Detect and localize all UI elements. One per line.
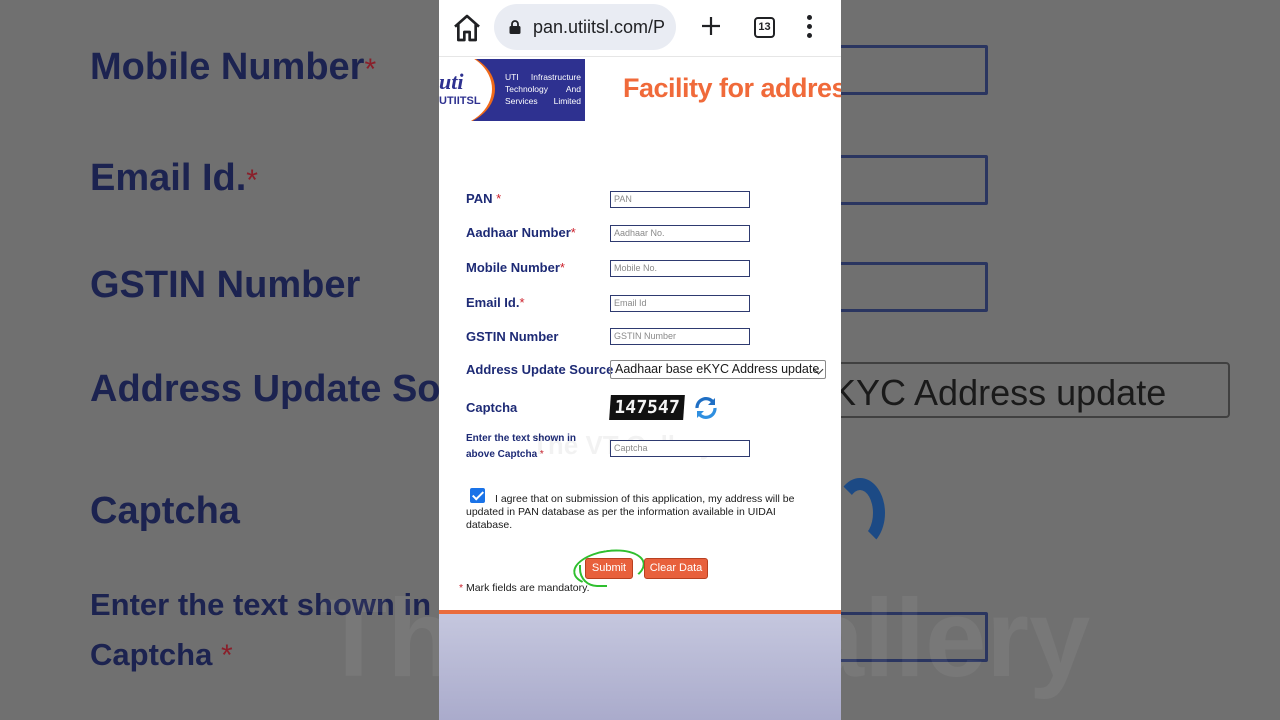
- mandatory-note: * Mark fields are mandatory.: [459, 582, 590, 594]
- bg-gstin-label: GSTIN Number: [90, 264, 361, 306]
- home-icon[interactable]: [451, 12, 483, 44]
- captcha-image: 147547: [609, 395, 685, 420]
- address-bar[interactable]: pan.utiitsl.com/P: [494, 4, 676, 50]
- logo-company-name: UTI Infrastructure Technology And Servic…: [505, 72, 581, 106]
- aadhaar-label: Aadhaar Number*: [466, 225, 576, 240]
- agree-text: I agree that on submission of this appli…: [466, 493, 795, 531]
- mobile-label: Mobile Number*: [466, 260, 565, 275]
- bg-refresh-icon: [835, 478, 885, 548]
- tabs-icon[interactable]: 13: [754, 17, 775, 38]
- phone-screen: pan.utiitsl.com/P 13 uti UTIITSL UTI Inf…: [439, 0, 841, 720]
- pan-label: PAN *: [466, 191, 502, 206]
- bg-source-select: KYC Address update: [820, 362, 1230, 418]
- bg-input-box: [830, 155, 988, 205]
- bg-captcha-input-label-2: Captcha *: [90, 637, 233, 672]
- clear-data-button[interactable]: Clear Data: [644, 558, 708, 579]
- mobile-input[interactable]: Mobile No.: [610, 260, 750, 277]
- address-source-label: Address Update Source: [466, 362, 614, 377]
- logo-uti-text: uti: [439, 69, 464, 94]
- utiitsl-logo[interactable]: uti UTIITSL UTI Infrastructure Technolog…: [439, 59, 585, 121]
- bg-source-label: Address Update So: [90, 368, 441, 410]
- captcha-input[interactable]: Captcha: [610, 440, 750, 457]
- bg-input-box: [830, 262, 988, 312]
- page-title: Facility for address: [623, 73, 841, 103]
- web-page: uti UTIITSL UTI Infrastructure Technolog…: [439, 57, 841, 720]
- bg-email-label: Email Id.*: [90, 157, 258, 199]
- browser-toolbar: pan.utiitsl.com/P 13: [439, 0, 841, 57]
- captcha-label: Captcha: [466, 400, 518, 415]
- submit-button[interactable]: Submit: [585, 558, 633, 579]
- kebab-menu-icon[interactable]: [802, 15, 816, 41]
- email-label: Email Id.*: [466, 295, 525, 310]
- gstin-label: GSTIN Number: [466, 329, 559, 344]
- email-input[interactable]: Email Id: [610, 295, 750, 312]
- footer-area: [439, 614, 841, 720]
- bg-input-box: [830, 45, 988, 95]
- aadhaar-input[interactable]: Aadhaar No.: [610, 225, 750, 242]
- refresh-icon[interactable]: [693, 395, 719, 421]
- lock-icon[interactable]: [507, 19, 523, 35]
- pan-input[interactable]: PAN: [610, 191, 750, 208]
- logo-utiitsl-text: UTIITSL: [439, 95, 481, 107]
- gstin-input[interactable]: GSTIN Number: [610, 328, 750, 345]
- url-text[interactable]: pan.utiitsl.com/P: [533, 17, 673, 38]
- address-source-value: Aadhaar base eKYC Address update: [615, 362, 820, 376]
- address-source-select[interactable]: Aadhaar base eKYC Address update: [610, 360, 826, 379]
- bg-captcha-label: Captcha: [90, 490, 240, 532]
- plus-icon[interactable]: [699, 14, 723, 38]
- bg-mobile-label: Mobile Number*: [90, 46, 377, 88]
